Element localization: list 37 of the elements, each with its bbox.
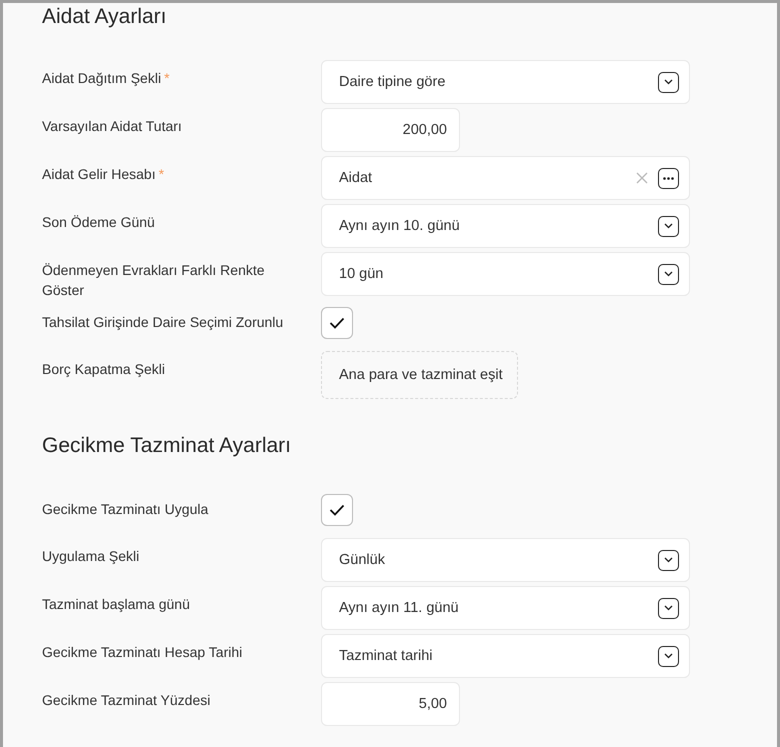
label-text: Ödenmeyen Evrakları Farklı Renkte Göster	[42, 262, 265, 298]
label-text: Son Ödeme Günü	[42, 214, 155, 230]
dropdown-icon[interactable]	[658, 646, 679, 666]
label-text: Borç Kapatma Şekli	[42, 361, 165, 377]
section-heading: Aidat Ayarları	[42, 4, 167, 30]
checkmark-icon	[329, 317, 345, 329]
dropdown-icon[interactable]	[658, 550, 679, 570]
select-field[interactable]: Aynı ayın 10. günü	[321, 204, 690, 248]
label-text: Aidat Dağıtım Şekli	[42, 70, 162, 86]
label-text: Tahsilat Girişinde Daire Seçimi Zorunlu	[42, 314, 284, 330]
label-text: Aidat Gelir Hesabı	[42, 166, 156, 182]
dropdown-icon[interactable]	[658, 216, 679, 236]
more-icon[interactable]	[658, 168, 679, 188]
checkmark-icon	[329, 504, 345, 516]
number-field[interactable]: 5,00	[321, 682, 460, 726]
label-text: Uygulama Şekli	[42, 548, 140, 564]
label-text: Tazminat başlama günü	[42, 596, 190, 612]
section-heading: Gecikme Tazminat Ayarları	[42, 433, 291, 459]
required-mark: *	[158, 166, 164, 182]
value-display: Ana para ve tazminat eşit	[321, 351, 518, 399]
select-field[interactable]: Aynı ayın 11. günü	[321, 586, 690, 630]
dropdown-icon[interactable]	[658, 72, 679, 92]
select-field[interactable]: Tazminat tarihi	[321, 634, 690, 678]
label-text: Gecikme Tazminat Yüzdesi	[42, 692, 210, 708]
dropdown-icon[interactable]	[658, 264, 679, 284]
label-text: Gecikme Tazminatı Hesap Tarihi	[42, 644, 242, 660]
lookup-field[interactable]: Aidat	[321, 156, 690, 200]
label-text: Gecikme Tazminatı Uygula	[42, 501, 208, 517]
required-mark: *	[164, 70, 170, 86]
select-field[interactable]: Daire tipine göre	[321, 60, 690, 104]
select-field[interactable]: Günlük	[321, 538, 690, 582]
label-text: Varsayılan Aidat Tutarı	[42, 118, 182, 134]
checkbox[interactable]	[321, 494, 353, 526]
number-field[interactable]: 200,00	[321, 108, 460, 152]
dropdown-icon[interactable]	[658, 598, 679, 618]
select-field[interactable]: 10 gün	[321, 252, 690, 296]
checkbox[interactable]	[321, 307, 353, 339]
